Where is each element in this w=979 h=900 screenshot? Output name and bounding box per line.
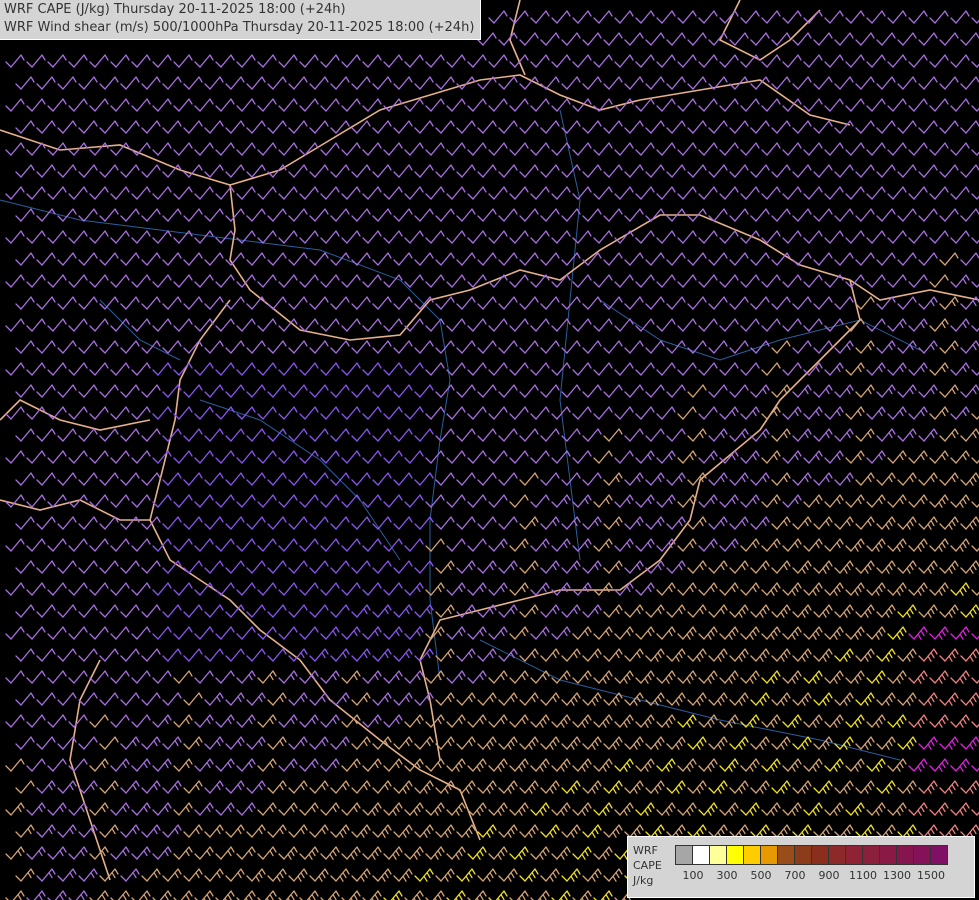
legend-swatch: [692, 845, 710, 865]
legend-tick: 500: [750, 869, 772, 882]
map-background: [0, 0, 979, 900]
legend-swatch: [743, 845, 761, 865]
legend-tick: 1300: [883, 869, 911, 882]
legend-tick: 700: [784, 869, 806, 882]
legend-swatch: [862, 845, 880, 865]
legend-swatch: [777, 845, 795, 865]
legend-swatch: [930, 845, 948, 865]
legend-tick: 100: [682, 869, 704, 882]
legend-tick: 300: [716, 869, 738, 882]
legend-tick-labels: 100 300 500 700 900 1100 1300 1500: [675, 869, 965, 883]
legend-swatch: [794, 845, 812, 865]
legend-swatch: [811, 845, 829, 865]
legend-swatch: [896, 845, 914, 865]
legend-label: WRF CAPE J/kg: [633, 844, 662, 887]
legend-swatch: [913, 845, 931, 865]
legend-tick: 1500: [917, 869, 945, 882]
map-title-box: WRF CAPE (J/kg) Thursday 20-11-2025 18:0…: [0, 0, 482, 40]
legend-swatch: [845, 845, 863, 865]
legend-swatch: [726, 845, 744, 865]
wind-shear-title: WRF Wind shear (m/s) 500/1000hPa Thursda…: [4, 20, 475, 35]
cape-legend: WRF CAPE J/kg 100 300 500 700 900 1100 1300 150…: [627, 836, 975, 898]
cape-title: WRF CAPE (J/kg) Thursday 20-11-2025 18:0…: [4, 2, 346, 17]
legend-swatch: [828, 845, 846, 865]
legend-color-scale: [675, 845, 948, 865]
legend-swatch: [675, 845, 693, 865]
legend-tick: 900: [818, 869, 840, 882]
legend-swatch: [709, 845, 727, 865]
legend-tick: 1100: [849, 869, 877, 882]
legend-swatch: [760, 845, 778, 865]
weather-map: [0, 0, 979, 900]
legend-swatch: [879, 845, 897, 865]
